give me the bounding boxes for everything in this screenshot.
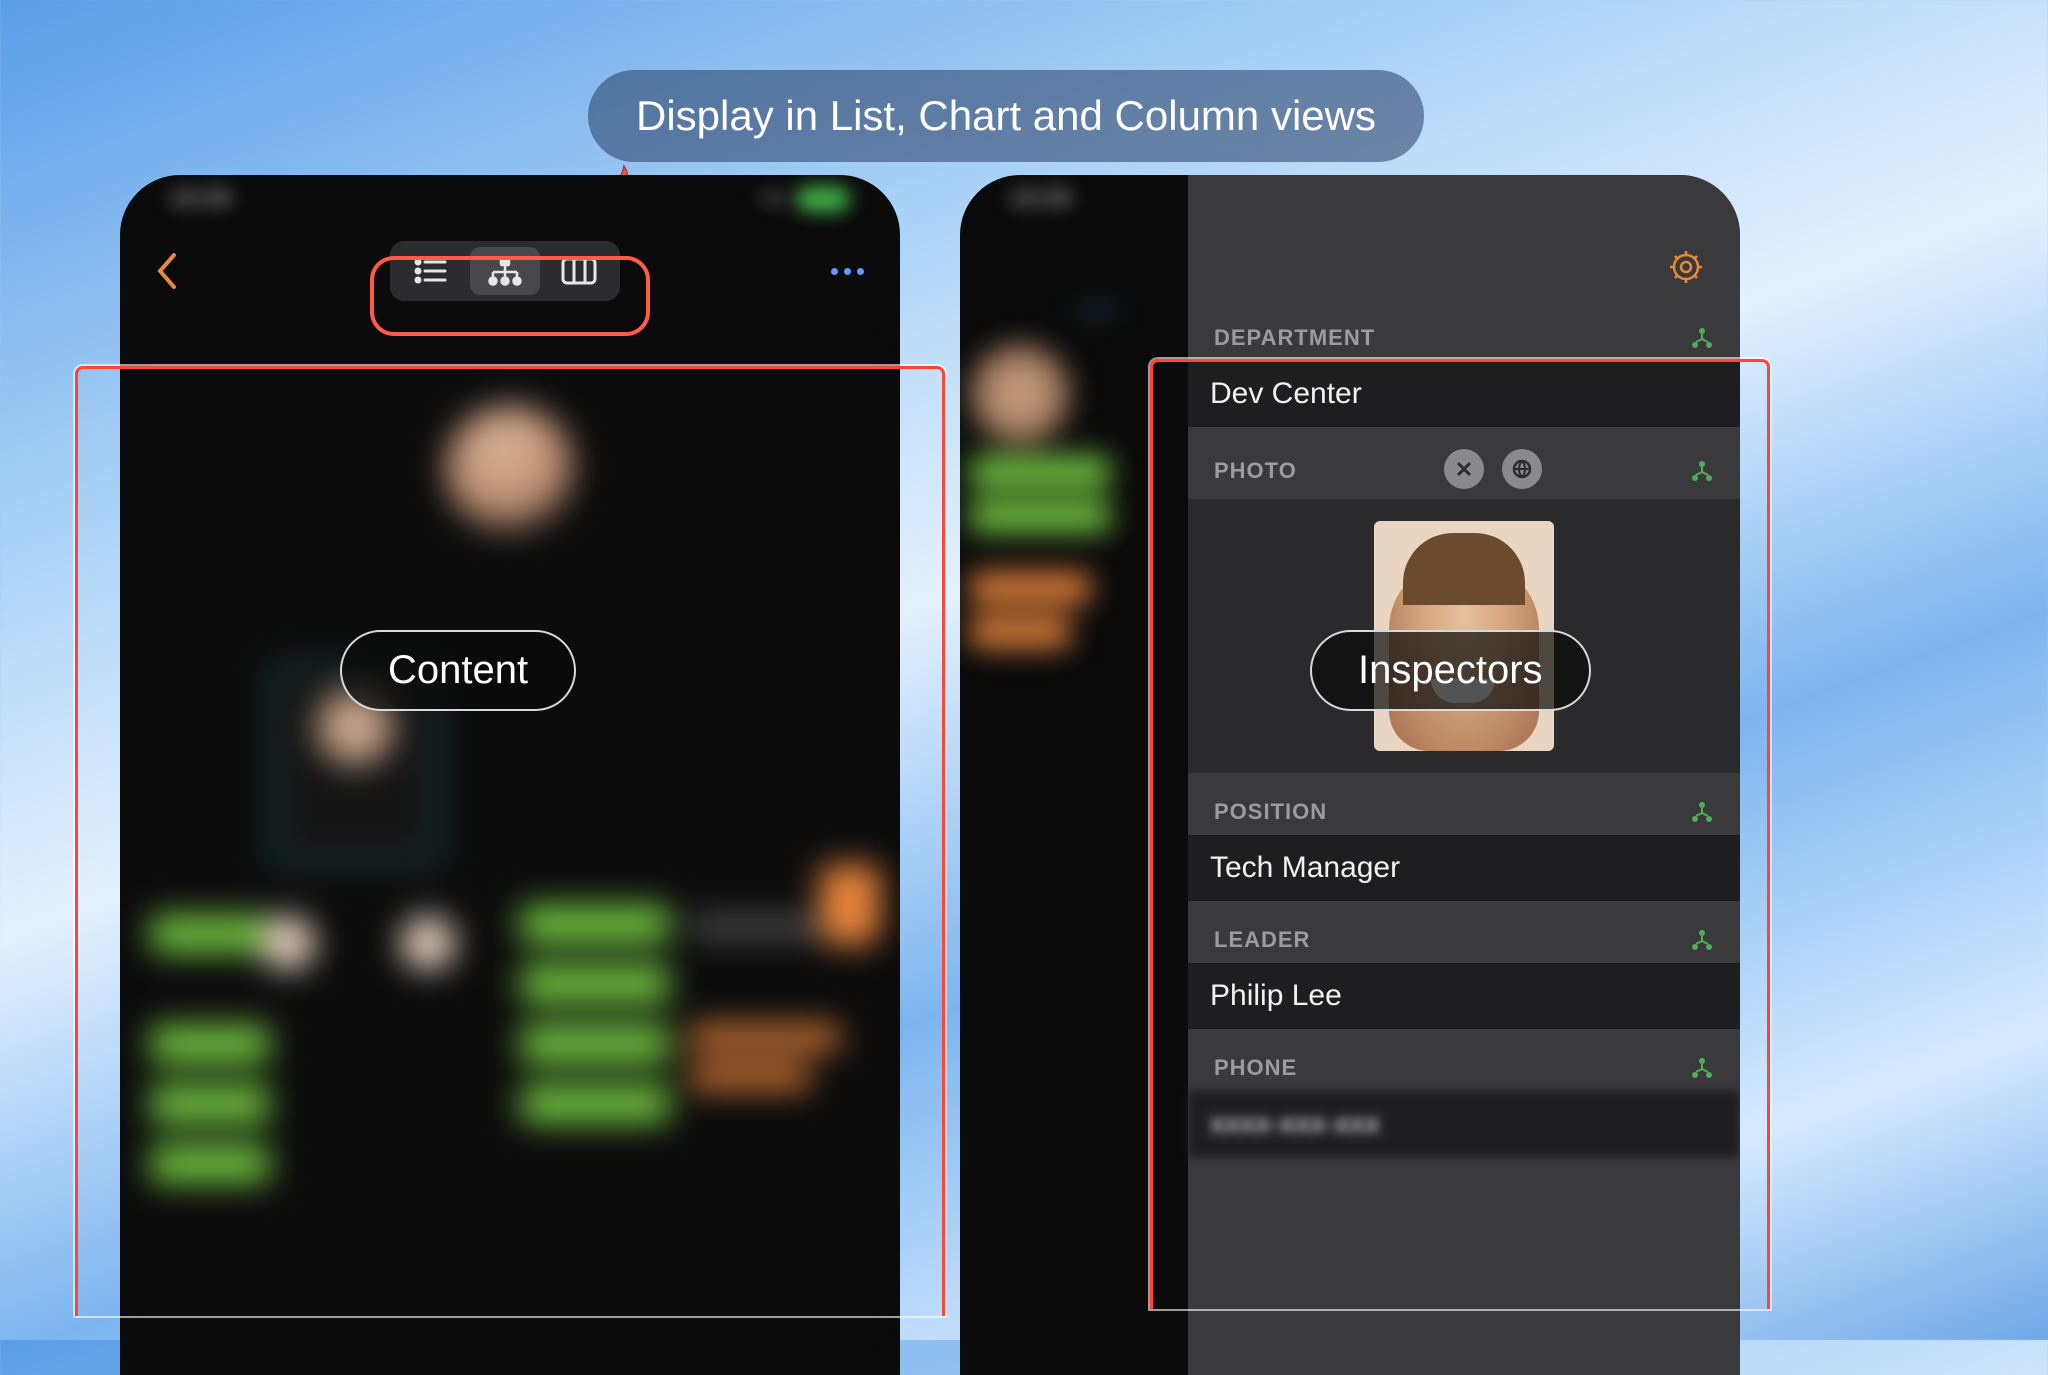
hierarchy-link-icon[interactable] [1690, 326, 1714, 350]
photo-label: PHOTO [1188, 433, 1740, 499]
department-field[interactable]: Dev Center [1188, 361, 1740, 427]
phone-label: PHONE [1188, 1035, 1740, 1091]
status-time: 10:00 [1010, 185, 1071, 213]
column-view-button[interactable] [544, 247, 614, 295]
more-button[interactable] [831, 268, 864, 275]
department-label: DEPARTMENT [1188, 305, 1740, 361]
view-segmented-control[interactable] [390, 241, 620, 301]
hierarchy-link-icon[interactable] [1690, 800, 1714, 824]
gear-icon[interactable] [1666, 247, 1706, 287]
hierarchy-icon [487, 256, 523, 286]
label-content: Content [340, 630, 576, 711]
toolbar [120, 223, 900, 325]
callout-views: Display in List, Chart and Column views [588, 70, 1424, 162]
hierarchy-link-icon[interactable] [1690, 1056, 1714, 1080]
more-button[interactable] [1080, 307, 1188, 314]
label-inspectors: Inspectors [1310, 630, 1591, 711]
status-time: 10:00 [170, 185, 231, 213]
status-signal: ••• [761, 185, 786, 213]
inspector-panel: DEPARTMENT Dev Center PHOTO POSITION Tec… [1188, 175, 1740, 1375]
photo-remove-button[interactable] [1444, 449, 1484, 489]
content-peek [960, 295, 1188, 1375]
chart-view-button[interactable] [470, 247, 540, 295]
list-view-button[interactable] [396, 247, 466, 295]
phone-field[interactable]: xxxx-xxx-xxx [1188, 1091, 1740, 1157]
status-bar: 10:00 ••• [120, 175, 900, 223]
columns-icon [561, 257, 597, 285]
leader-field[interactable]: Philip Lee [1188, 963, 1740, 1029]
leader-label: LEADER [1188, 907, 1740, 963]
back-icon[interactable] [156, 253, 178, 289]
list-icon [413, 257, 449, 285]
content-area [120, 325, 900, 1355]
phone-inspector: 10:00 ••• DEPARTMENT Dev Center PHOTO [960, 175, 1740, 1375]
photo-globe-button[interactable] [1502, 449, 1542, 489]
hierarchy-link-icon[interactable] [1690, 928, 1714, 952]
position-field[interactable]: Tech Manager [1188, 835, 1740, 901]
hierarchy-link-icon[interactable] [1690, 459, 1714, 483]
phone-content: 10:00 ••• [120, 175, 900, 1375]
position-label: POSITION [1188, 779, 1740, 835]
status-battery [796, 186, 850, 212]
